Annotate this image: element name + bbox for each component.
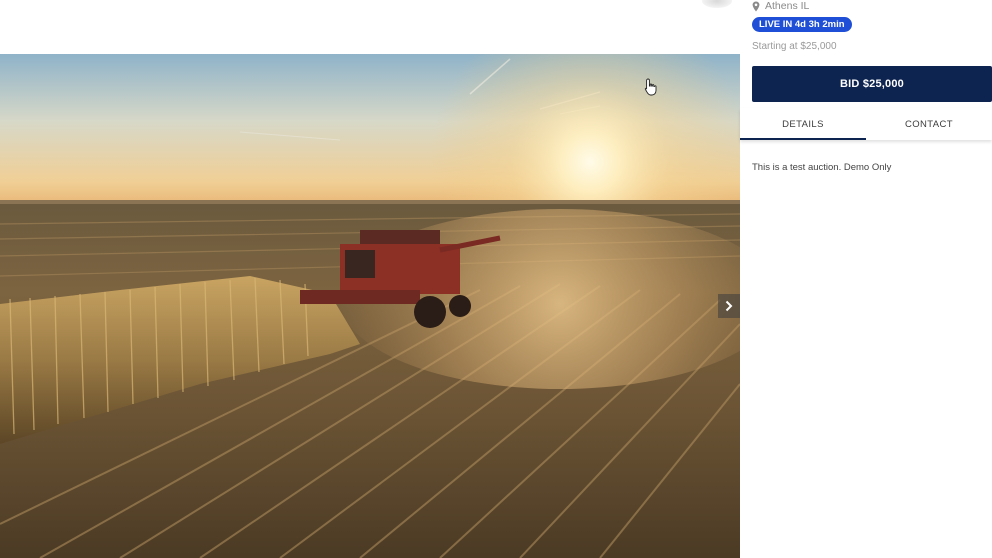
listing-tabs: DETAILS CONTACT bbox=[740, 108, 992, 140]
chevron-right-icon bbox=[725, 300, 733, 312]
listing-photo bbox=[0, 54, 740, 558]
listing-location: Athens IL bbox=[752, 0, 809, 12]
location-text: Athens IL bbox=[765, 0, 810, 12]
blurred-overlay bbox=[702, 0, 732, 8]
listing-sidebar: Athens IL LIVE IN 4d 3h 2min Starting at… bbox=[740, 0, 992, 558]
auction-page: Athens IL LIVE IN 4d 3h 2min Starting at… bbox=[0, 0, 992, 558]
map-pin-icon bbox=[752, 1, 760, 11]
tab-contact[interactable]: CONTACT bbox=[866, 108, 992, 140]
live-countdown-badge: LIVE IN 4d 3h 2min bbox=[752, 17, 852, 32]
hand-cursor-icon bbox=[644, 78, 657, 96]
tab-details[interactable]: DETAILS bbox=[740, 108, 866, 140]
gallery-next-button[interactable] bbox=[718, 294, 740, 318]
starting-price: Starting at $25,000 bbox=[752, 41, 837, 52]
details-description: This is a test auction. Demo Only bbox=[752, 162, 892, 173]
bid-button[interactable]: BID $25,000 bbox=[752, 66, 992, 102]
harvest-photo bbox=[0, 54, 740, 558]
